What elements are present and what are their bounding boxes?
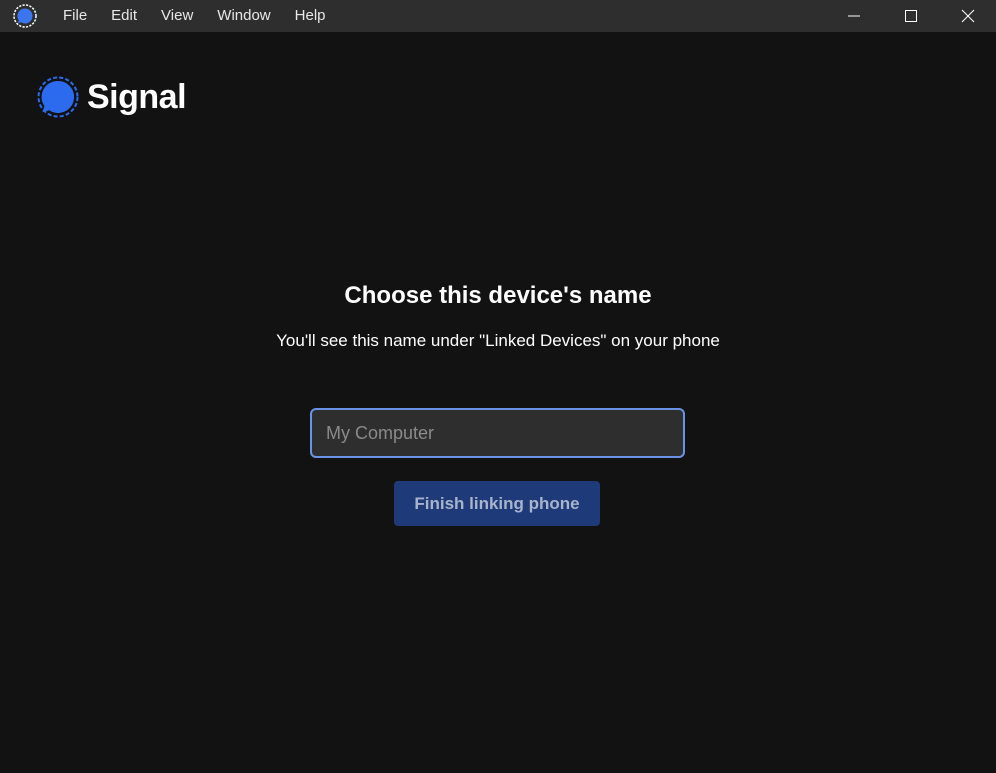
maximize-button[interactable] — [882, 0, 939, 32]
brand-header: Signal — [37, 76, 187, 118]
menu-file[interactable]: File — [51, 0, 99, 32]
maximize-icon — [904, 10, 917, 22]
close-button[interactable] — [939, 0, 996, 32]
page-subtitle: You'll see this name under "Linked Devic… — [276, 331, 720, 350]
menu-edit[interactable]: Edit — [99, 0, 149, 32]
minimize-icon — [847, 15, 860, 17]
menu-view[interactable]: View — [149, 0, 205, 32]
close-icon — [961, 9, 974, 23]
menu-window[interactable]: Window — [205, 0, 282, 32]
page-title: Choose this device's name — [344, 282, 652, 309]
device-name-input[interactable] — [310, 408, 685, 458]
signal-app-icon[interactable] — [13, 4, 37, 28]
title-bar: File Edit View Window Help — [0, 0, 996, 32]
menu-help[interactable]: Help — [283, 0, 338, 32]
brand-name: Signal — [87, 77, 187, 116]
finish-linking-button[interactable]: Finish linking phone — [394, 481, 600, 526]
minimize-button[interactable] — [825, 0, 882, 32]
signal-logo-icon — [37, 76, 79, 118]
window-controls — [825, 0, 996, 32]
